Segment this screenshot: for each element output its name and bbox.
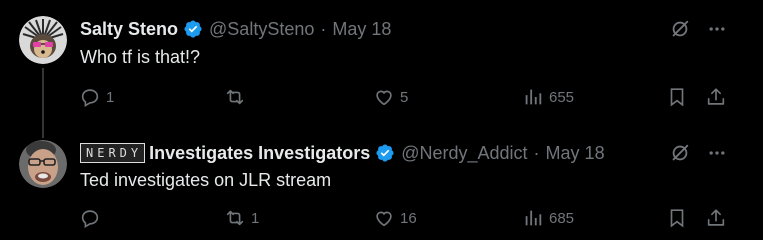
like-icon xyxy=(376,211,392,227)
share-icon xyxy=(707,88,725,105)
reply-icon xyxy=(81,210,99,228)
like-button[interactable]: 5 xyxy=(373,86,408,108)
tweet-date[interactable]: May 18 xyxy=(546,143,605,164)
tweet-top-actions xyxy=(669,18,727,40)
views-button[interactable]: 685 xyxy=(522,207,574,229)
avatar[interactable] xyxy=(19,140,67,188)
author-name[interactable]: Salty Steno xyxy=(80,19,178,40)
tweet-salty-steno[interactable]: Salty Steno @SaltySteno · May 18 Who tf … xyxy=(0,0,763,138)
views-icon xyxy=(525,210,542,226)
man-photo-avatar-icon xyxy=(19,140,67,188)
name-badge: NERDY xyxy=(80,143,146,163)
bookmark-button[interactable] xyxy=(666,86,688,108)
like-button[interactable]: 16 xyxy=(373,207,417,229)
separator-dot: · xyxy=(533,142,540,163)
tweet-actions: 1 5 655 xyxy=(79,86,729,110)
share-button[interactable] xyxy=(705,207,727,229)
grok-icon[interactable] xyxy=(669,18,691,40)
verified-icon xyxy=(376,144,394,162)
share-icon xyxy=(707,209,725,226)
retweet-button[interactable]: 1 xyxy=(224,207,259,229)
tweet-investigates-investigators[interactable]: NERDY Investigates Investigators @Nerdy_… xyxy=(0,120,763,240)
share-button[interactable] xyxy=(705,86,727,108)
retweet-icon xyxy=(226,210,244,226)
avatar[interactable] xyxy=(19,16,67,64)
view-count: 685 xyxy=(549,209,575,227)
like-count: 16 xyxy=(400,209,417,227)
more-icon[interactable] xyxy=(707,143,727,163)
reply-button[interactable] xyxy=(79,207,106,229)
retweet-count: 1 xyxy=(251,209,260,227)
bookmark-button[interactable] xyxy=(666,207,688,229)
tweet-header: Salty Steno @SaltySteno · May 18 xyxy=(80,16,391,42)
author-handle[interactable]: @SaltySteno xyxy=(209,19,314,40)
author-handle[interactable]: @Nerdy_Addict xyxy=(401,143,527,164)
tweet-date[interactable]: May 18 xyxy=(332,19,391,40)
like-icon xyxy=(376,90,392,106)
like-count: 5 xyxy=(400,88,409,106)
reply-button[interactable]: 1 xyxy=(79,86,114,108)
reply-count: 1 xyxy=(106,88,115,106)
tweet-text: Who tf is that!? xyxy=(80,47,201,67)
tweet-actions: 1 16 685 xyxy=(79,207,729,231)
separator-dot: · xyxy=(320,18,327,39)
views-icon xyxy=(525,89,542,105)
verified-icon xyxy=(184,20,202,38)
view-count: 655 xyxy=(549,88,575,106)
grok-icon[interactable] xyxy=(669,142,691,164)
retweet-icon xyxy=(226,89,244,105)
hedgehog-avatar-icon xyxy=(19,16,67,64)
reply-icon xyxy=(81,89,99,107)
bookmark-icon xyxy=(670,209,684,228)
more-icon[interactable] xyxy=(707,19,727,39)
retweet-button[interactable] xyxy=(224,86,251,108)
views-button[interactable]: 655 xyxy=(522,86,574,108)
tweet-header: NERDY Investigates Investigators @Nerdy_… xyxy=(80,140,605,166)
tweet-text: Ted investigates on JLR stream xyxy=(80,170,332,190)
bookmark-icon xyxy=(670,88,684,107)
author-name[interactable]: Investigates Investigators xyxy=(149,143,370,164)
tweet-top-actions xyxy=(669,142,727,164)
